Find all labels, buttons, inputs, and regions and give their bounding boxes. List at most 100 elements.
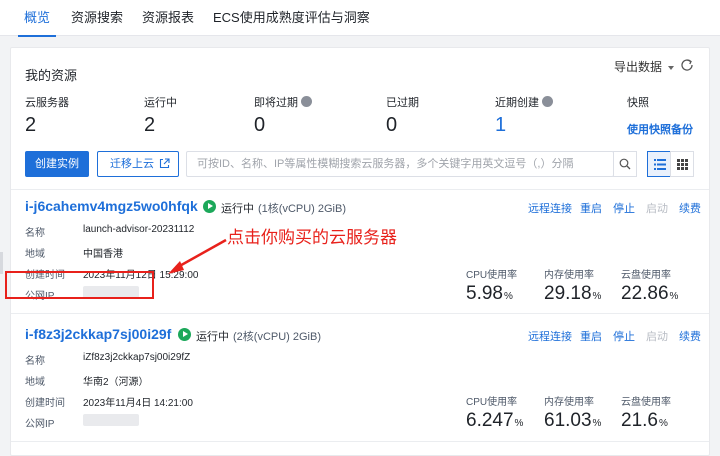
grid-view-toggle[interactable] [670, 151, 694, 177]
remote-connect-link[interactable]: 远程连接 [528, 328, 572, 344]
instance-spec: (2核(vCPU) 2GiB) [233, 331, 322, 343]
search-input[interactable]: 可按ID、名称、IP等属性模糊搜索云服务器，多个关键字用英文逗号（,）分隔 [186, 151, 614, 177]
snapshot-backup-link[interactable]: 使用快照备份 [627, 121, 693, 137]
region-label: 地域 [25, 249, 45, 260]
cpu-usage-value: 5.98% [466, 283, 513, 305]
search-icon [619, 158, 631, 170]
percent-sign: % [503, 291, 513, 302]
help-icon[interactable] [301, 96, 312, 107]
search-button[interactable] [613, 151, 637, 177]
memory-usage-label: 内存使用率 [544, 270, 594, 281]
stat-value-servers: 2 [25, 114, 37, 136]
cpu-usage-label: CPU使用率 [466, 397, 518, 408]
memory-usage-number: 61.03 [544, 410, 592, 431]
instance-region: 中国香港 [83, 249, 123, 260]
export-data-label: 导出数据 [614, 60, 663, 74]
disk-usage-label: 云盘使用率 [621, 270, 671, 281]
percent-sign: % [658, 418, 668, 429]
instance-id-link[interactable]: i-j6cahemv4mgz5wo0hfqk [25, 198, 198, 214]
running-status-icon [178, 328, 191, 341]
grid-icon [677, 159, 688, 170]
disk-usage-number: 22.86 [621, 283, 669, 304]
instance-spec: (1核(vCPU) 2GiB) [258, 203, 347, 215]
migrate-label: 迁移上云 [110, 158, 154, 170]
panel-title: 我的资源 [25, 68, 78, 83]
status-text: 运行中 [196, 331, 229, 343]
name-label: 名称 [25, 356, 45, 367]
stat-label-snapshot: 快照 [627, 97, 649, 109]
migrate-to-cloud-button[interactable]: 迁移上云 [97, 151, 179, 177]
divider [11, 189, 709, 190]
stop-link[interactable]: 停止 [613, 328, 635, 344]
percent-sign: % [669, 291, 679, 302]
stat-value-running: 2 [144, 114, 156, 136]
instance-id-link[interactable]: i-f8z3j2ckkap7sj00i29f [25, 326, 171, 342]
list-icon [654, 159, 666, 170]
refresh-icon[interactable] [678, 56, 696, 74]
stat-label-expiring-text: 即将过期 [254, 97, 298, 109]
instance-created: 2023年11月4日 14:21:00 [83, 398, 193, 409]
redacted-ip [83, 414, 139, 426]
restart-link[interactable]: 重启 [580, 328, 602, 344]
stop-link[interactable]: 停止 [613, 200, 635, 216]
start-link[interactable]: 启动 [646, 328, 668, 344]
annotation-arrow-icon [168, 238, 227, 274]
created-label: 创建时间 [25, 398, 65, 409]
instance-status: 运行中 (1核(vCPU) 2GiB) [221, 200, 346, 216]
cpu-usage-value: 6.247% [466, 410, 523, 432]
percent-sign: % [514, 418, 524, 429]
stat-value-expired: 0 [386, 114, 398, 136]
renew-link[interactable]: 续费 [679, 200, 701, 216]
my-resources-panel: 我的资源 导出数据 云服务器 2 运行中 2 即将过期 0 已过期 0 近期创建… [10, 47, 710, 456]
instance-status: 运行中 (2核(vCPU) 2GiB) [196, 328, 321, 344]
tab-ecs-maturity[interactable]: ECS使用成熟度评估与洞察 [213, 0, 370, 36]
percent-sign: % [592, 291, 602, 302]
cpu-usage-label: CPU使用率 [466, 270, 518, 281]
list-view-toggle[interactable] [647, 151, 671, 177]
stat-label-expiring: 即将过期 [254, 94, 312, 110]
annotation-text: 点击你购买的云服务器 [227, 228, 397, 247]
tab-resource-search[interactable]: 资源搜索 [71, 0, 123, 36]
region-label: 地域 [25, 377, 45, 388]
memory-usage-value: 29.18% [544, 283, 601, 305]
percent-sign: % [592, 418, 602, 429]
divider [11, 313, 709, 314]
public-ip-label: 公网IP [25, 419, 55, 430]
create-instance-button[interactable]: 创建实例 [25, 151, 89, 177]
caret-down-icon [668, 65, 675, 70]
stat-label-running: 运行中 [144, 97, 177, 109]
top-tab-bar: 概览 资源搜索 资源报表 ECS使用成熟度评估与洞察 [0, 0, 720, 37]
tab-overview[interactable]: 概览 [17, 0, 57, 37]
disk-usage-number: 21.6 [621, 410, 658, 431]
cpu-usage-number: 5.98 [466, 283, 503, 304]
tab-resource-report[interactable]: 资源报表 [142, 0, 194, 36]
remote-connect-link[interactable]: 远程连接 [528, 200, 572, 216]
left-edge-marker [0, 252, 3, 274]
instance-name: iZf8z3j2ckkap7sj00i29fZ [83, 352, 191, 363]
stat-value-expiring: 0 [254, 114, 266, 136]
stat-value-recent[interactable]: 1 [495, 114, 506, 137]
name-label: 名称 [25, 228, 45, 239]
renew-link[interactable]: 续费 [679, 328, 701, 344]
status-text: 运行中 [221, 203, 254, 215]
disk-usage-label: 云盘使用率 [621, 397, 671, 408]
stat-label-recent: 近期创建 [495, 94, 553, 110]
memory-usage-number: 29.18 [544, 283, 592, 304]
memory-usage-label: 内存使用率 [544, 397, 594, 408]
export-data-dropdown[interactable]: 导出数据 [614, 58, 675, 75]
external-link-icon [159, 158, 170, 169]
instance-highlight-box [5, 271, 154, 299]
divider [11, 441, 709, 442]
running-status-icon [203, 200, 216, 213]
disk-usage-value: 22.86% [621, 283, 678, 305]
stat-label-recent-text: 近期创建 [495, 97, 539, 109]
instance-region: 华南2（河源） [83, 377, 149, 388]
stat-label-expired: 已过期 [386, 97, 419, 109]
cpu-usage-number: 6.247 [466, 410, 514, 431]
help-icon[interactable] [542, 96, 553, 107]
restart-link[interactable]: 重启 [580, 200, 602, 216]
disk-usage-value: 21.6% [621, 410, 668, 432]
stat-label-servers: 云服务器 [25, 97, 69, 109]
memory-usage-value: 61.03% [544, 410, 601, 432]
start-link[interactable]: 启动 [646, 200, 668, 216]
